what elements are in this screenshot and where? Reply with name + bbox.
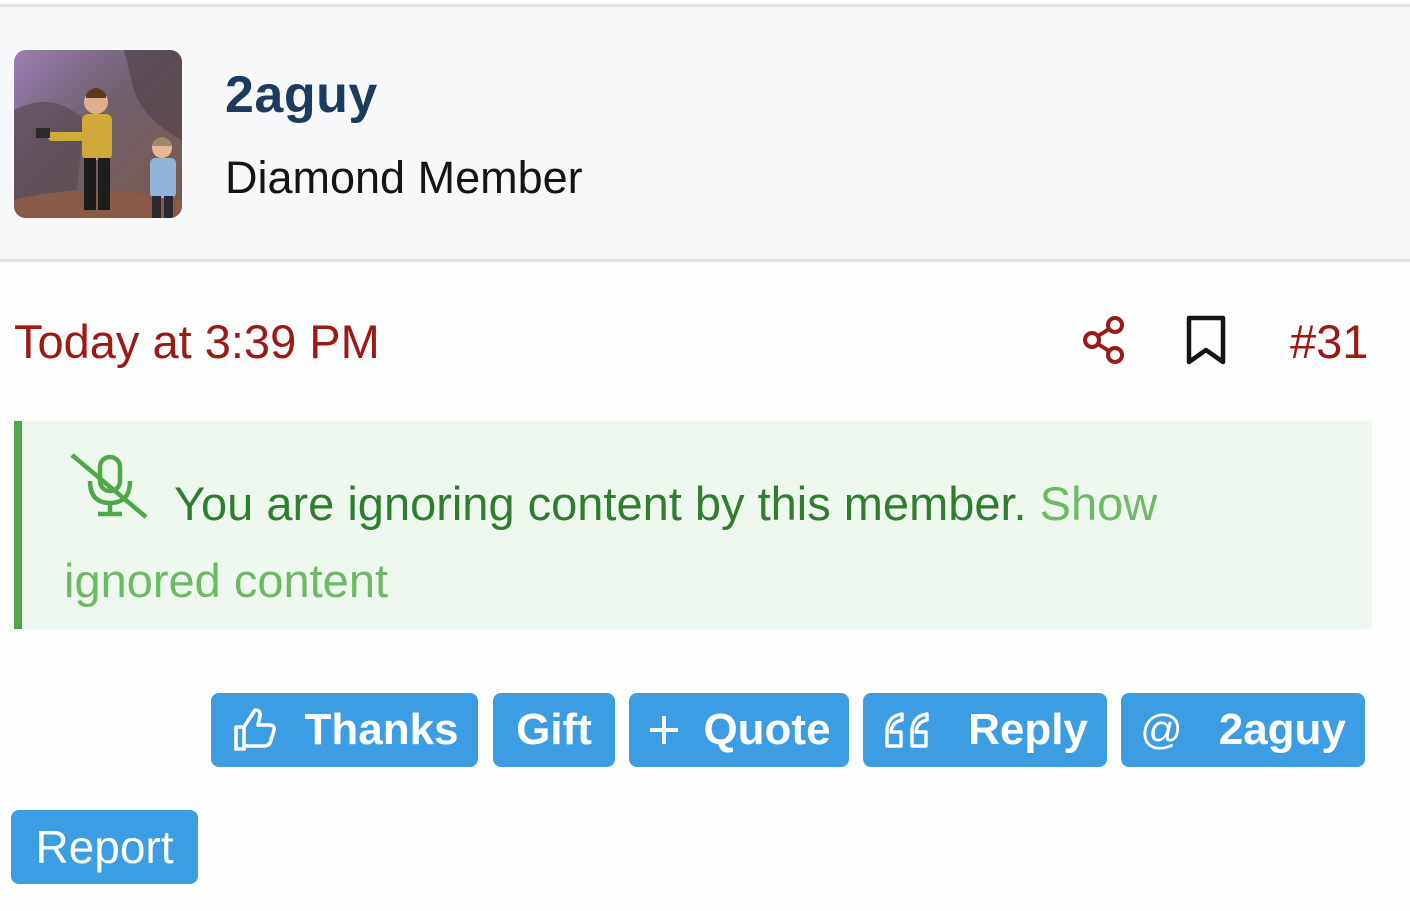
report-label: Report — [35, 821, 174, 873]
share-icon[interactable] — [1080, 313, 1130, 367]
quote-button[interactable]: Quote — [629, 693, 849, 767]
mention-label: 2aguy — [1218, 705, 1346, 754]
at-icon: @ — [1140, 706, 1183, 753]
thanks-button[interactable]: Thanks — [211, 693, 478, 767]
reply-button[interactable]: Reply — [863, 693, 1107, 767]
avatar[interactable] — [14, 50, 182, 218]
post-date[interactable]: Today at 3:39 PM — [14, 314, 380, 369]
ignored-message-text: You are ignoring content by this member. — [174, 477, 1027, 530]
post-number[interactable]: #31 — [1290, 314, 1368, 369]
reply-label: Reply — [968, 705, 1088, 754]
gift-button[interactable]: Gift — [493, 693, 615, 767]
thanks-label: Thanks — [304, 705, 459, 754]
plus-icon — [647, 713, 681, 747]
gift-label: Gift — [516, 705, 592, 754]
user-title: Diamond Member — [225, 152, 583, 203]
mention-button[interactable]: @ 2aguy — [1121, 693, 1365, 767]
report-button[interactable]: Report — [11, 810, 198, 884]
ignored-message: You are ignoring content by this member.… — [64, 465, 1324, 619]
bookmark-icon[interactable] — [1182, 313, 1230, 367]
user-header: 2aguy Diamond Member — [0, 7, 1410, 262]
quote-marks-icon — [882, 710, 932, 750]
username[interactable]: 2aguy — [225, 65, 378, 125]
thumbs-up-icon — [230, 706, 278, 754]
ignored-content-notice: You are ignoring content by this member.… — [14, 421, 1372, 629]
quote-label: Quote — [703, 705, 831, 754]
